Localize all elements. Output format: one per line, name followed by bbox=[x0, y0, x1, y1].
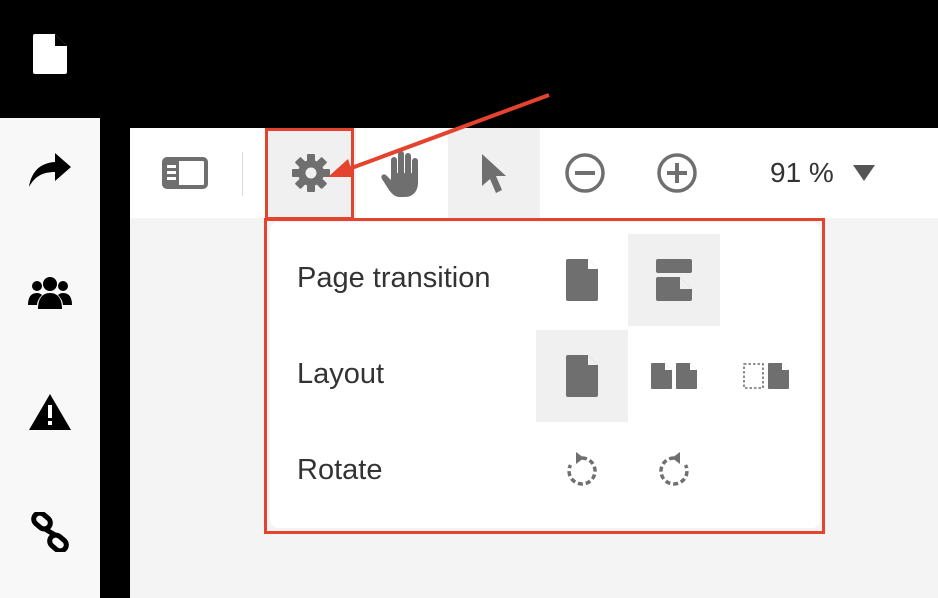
app-root: 91 % Page transition Layout Rotate bbox=[0, 0, 938, 598]
annotation-arrow bbox=[328, 93, 550, 177]
